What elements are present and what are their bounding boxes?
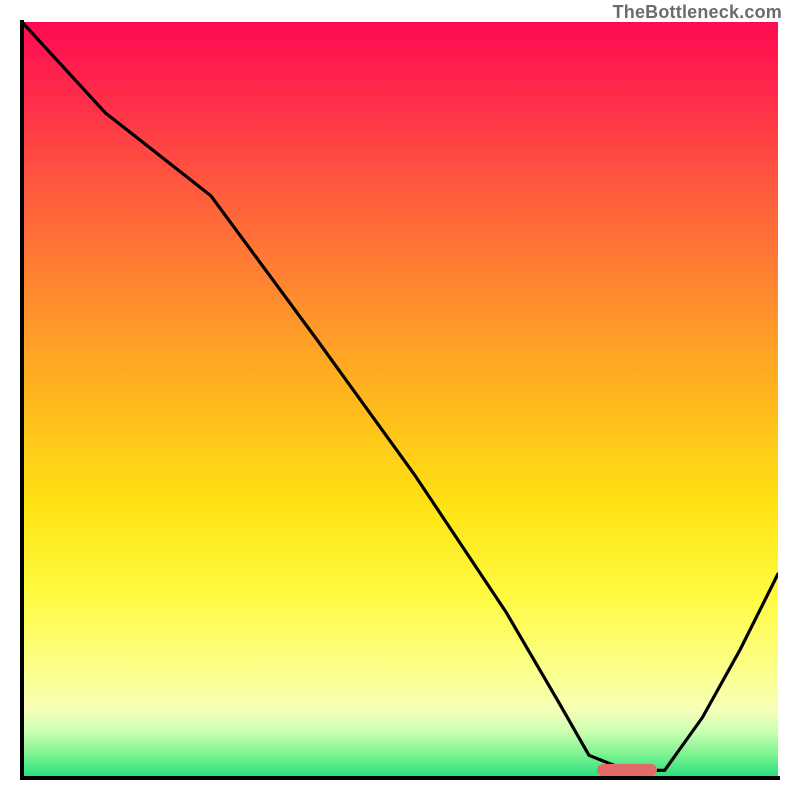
chart-canvas: TheBottleneck.com xyxy=(0,0,800,800)
y-axis xyxy=(20,20,24,780)
plot-area xyxy=(22,22,778,778)
watermark-text: TheBottleneck.com xyxy=(613,2,782,23)
x-axis xyxy=(20,776,780,780)
optimal-marker xyxy=(597,764,657,776)
bottleneck-curve xyxy=(22,22,778,778)
